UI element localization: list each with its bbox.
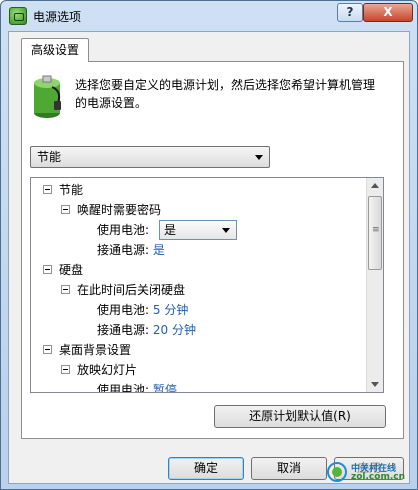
power-options-icon xyxy=(9,7,27,25)
collapse-icon[interactable] xyxy=(61,205,70,214)
help-button[interactable]: ? xyxy=(337,3,363,22)
window-title: 电源选项 xyxy=(33,10,82,24)
chevron-down-icon xyxy=(222,228,230,233)
ok-button[interactable]: 确定 xyxy=(168,457,244,480)
power-plan-select[interactable]: 节能 xyxy=(30,146,270,168)
tree-setting-row[interactable]: 接通电源: 是 xyxy=(97,240,165,260)
tree-setting-row[interactable]: 接通电源: 20 分钟 xyxy=(97,320,196,340)
description-text: 选择您要自定义的电源计划，然后选择您希望计算机管理的电源设置。 xyxy=(75,78,376,110)
dialog-client-area: 高级设置 选择您要自定义的电源计划，然后选择您希望计算机管理的电源设置。 节能 … xyxy=(8,31,410,484)
battery-password-select[interactable]: 是 xyxy=(159,220,237,240)
collapse-icon[interactable] xyxy=(43,345,52,354)
scroll-up-icon[interactable] xyxy=(371,183,379,188)
power-plan-value: 节能 xyxy=(37,150,62,164)
tab-advanced-settings[interactable]: 高级设置 xyxy=(21,38,89,62)
zol-watermark: 中关村在线 zol.com.cn xyxy=(327,460,407,486)
chevron-down-icon xyxy=(255,155,263,160)
tree-setting-row[interactable]: 使用电池: 暂停 xyxy=(97,380,177,392)
collapse-icon[interactable] xyxy=(43,185,52,194)
collapse-icon[interactable] xyxy=(61,365,70,374)
collapse-icon[interactable] xyxy=(43,265,52,274)
settings-tree: 节能 唤醒时需要密码 使用电池: 是 接通电源: 是 硬盘 在此时间后关闭硬盘 … xyxy=(30,177,384,393)
close-button[interactable]: X xyxy=(363,3,413,22)
battery-icon xyxy=(34,75,61,118)
scroll-down-icon[interactable] xyxy=(371,382,379,387)
collapse-icon[interactable] xyxy=(61,285,70,294)
cancel-button[interactable]: 取消 xyxy=(251,457,327,480)
restore-defaults-button[interactable]: 还原计划默认值(R) xyxy=(214,405,386,428)
power-options-window: 电源选项 ? X 高级设置 选择您要自定义的电源计划，然后选择您希望计算机管理的… xyxy=(0,0,418,490)
tree-setting-row: 使用电池: 是 xyxy=(97,220,297,240)
tree-scrollbar[interactable] xyxy=(366,178,383,392)
zol-logo-icon xyxy=(327,462,347,482)
scroll-thumb[interactable] xyxy=(368,196,382,270)
tree-setting-row[interactable]: 使用电池: 5 分钟 xyxy=(97,300,188,320)
title-bar[interactable]: 电源选项 ? X xyxy=(1,1,417,31)
